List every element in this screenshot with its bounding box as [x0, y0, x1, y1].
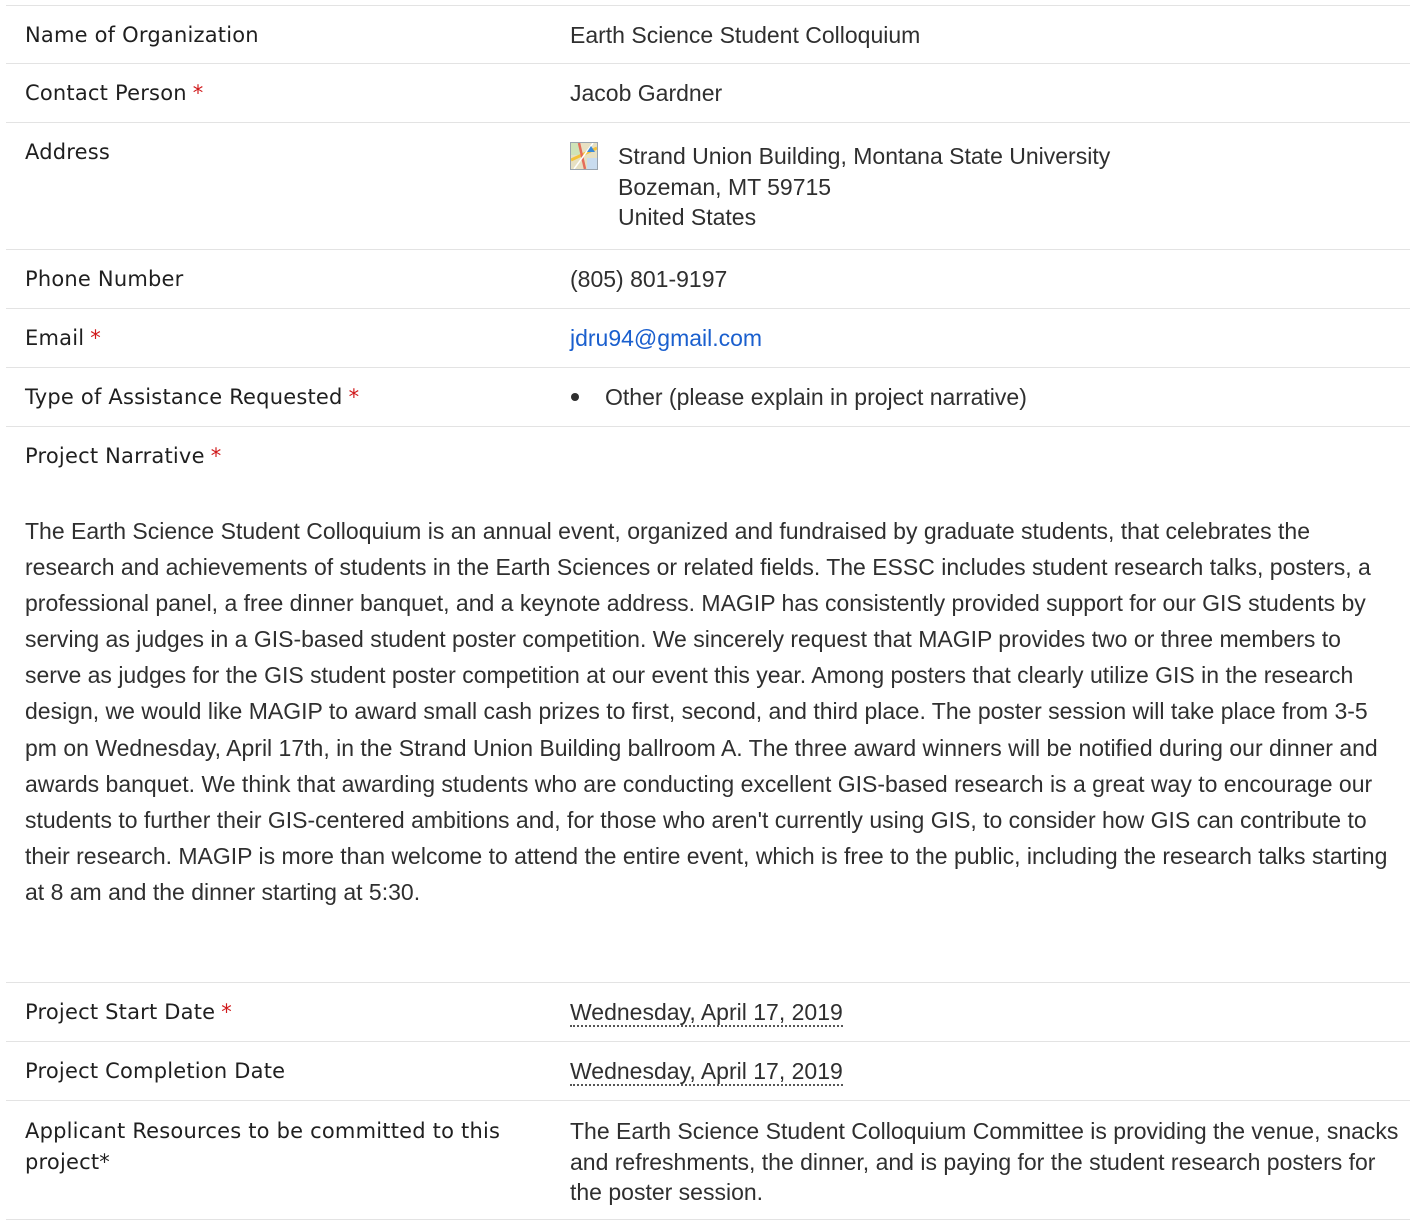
assistance-type-value: Other (please explain in project narrati…: [570, 368, 1410, 426]
organization-label: Name of Organization: [25, 23, 259, 47]
row-organization: Name of Organization Earth Science Stude…: [6, 5, 1410, 64]
project-completion-date-value: Wednesday, April 17, 2019: [570, 1058, 843, 1086]
row-applicant-resources: Applicant Resources to be committed to t…: [6, 1101, 1410, 1220]
project-completion-date-value-cell: Wednesday, April 17, 2019: [570, 1042, 1410, 1100]
contact-person-value: Jacob Gardner: [570, 80, 723, 106]
row-contact-person: Contact Person * Jacob Gardner: [6, 64, 1410, 123]
contact-person-label: Contact Person *: [25, 81, 204, 105]
email-value-cell: jdru94@gmail.com: [570, 309, 1410, 367]
project-completion-date-label: Project Completion Date: [25, 1059, 286, 1083]
address-value: Strand Union Building, Montana State Uni…: [570, 123, 1410, 249]
phone-number-label: Phone Number: [25, 267, 184, 291]
address-line-3: United States: [618, 204, 757, 230]
project-narrative-label: Project Narrative *: [25, 444, 222, 468]
project-start-date-label: Project Start Date *: [25, 1000, 232, 1024]
list-item: Other (please explain in project narrati…: [570, 384, 1410, 410]
address-line-1: Strand Union Building, Montana State Uni…: [618, 143, 1111, 169]
assistance-type-item: Other (please explain in project narrati…: [605, 384, 1027, 410]
row-project-narrative: Project Narrative * The Earth Science Stu…: [6, 427, 1410, 983]
project-start-date-value: Wednesday, April 17, 2019: [570, 999, 843, 1027]
row-address: Address Strand Union Building, Montana S…: [6, 123, 1410, 250]
row-email: Email * jdru94@gmail.com: [6, 309, 1410, 368]
required-marker: *: [90, 326, 101, 350]
applicant-resources-value: The Earth Science Student Colloquium Com…: [570, 1118, 1399, 1205]
row-assistance-type: Type of Assistance Requested * Other (ple…: [6, 368, 1410, 427]
required-marker: *: [348, 385, 360, 409]
applicant-resources-label: Applicant Resources to be committed to t…: [25, 1119, 501, 1174]
phone-number-value: (805) 801-9197: [570, 266, 728, 292]
project-narrative-text: The Earth Science Student Colloquium is …: [25, 518, 1388, 905]
row-project-start-date: Project Start Date * Wednesday, April 17,…: [6, 983, 1410, 1042]
required-marker: *: [192, 81, 204, 105]
assistance-type-label: Type of Assistance Requested *: [25, 385, 360, 409]
required-marker: *: [221, 1000, 232, 1024]
address-line-2: Bozeman, MT 59715: [618, 173, 832, 200]
address-label: Address: [25, 140, 111, 164]
bullet-icon: [571, 393, 579, 401]
email-label: Email *: [25, 326, 101, 350]
map-icon-graphic: [571, 143, 597, 169]
submission-details-table: Name of Organization Earth Science Stude…: [6, 5, 1410, 1220]
required-marker: *: [210, 444, 222, 468]
project-start-date-value-cell: Wednesday, April 17, 2019: [570, 983, 1410, 1041]
organization-value: Earth Science Student Colloquium: [570, 22, 921, 48]
row-project-completion-date: Project Completion Date Wednesday, April…: [6, 1042, 1410, 1101]
row-phone-number: Phone Number (805) 801-9197: [6, 250, 1410, 309]
address-lines: Strand Union Building, Montana State Uni…: [618, 141, 1110, 249]
map-icon[interactable]: [570, 142, 598, 170]
email-link[interactable]: jdru94@gmail.com: [570, 325, 762, 351]
